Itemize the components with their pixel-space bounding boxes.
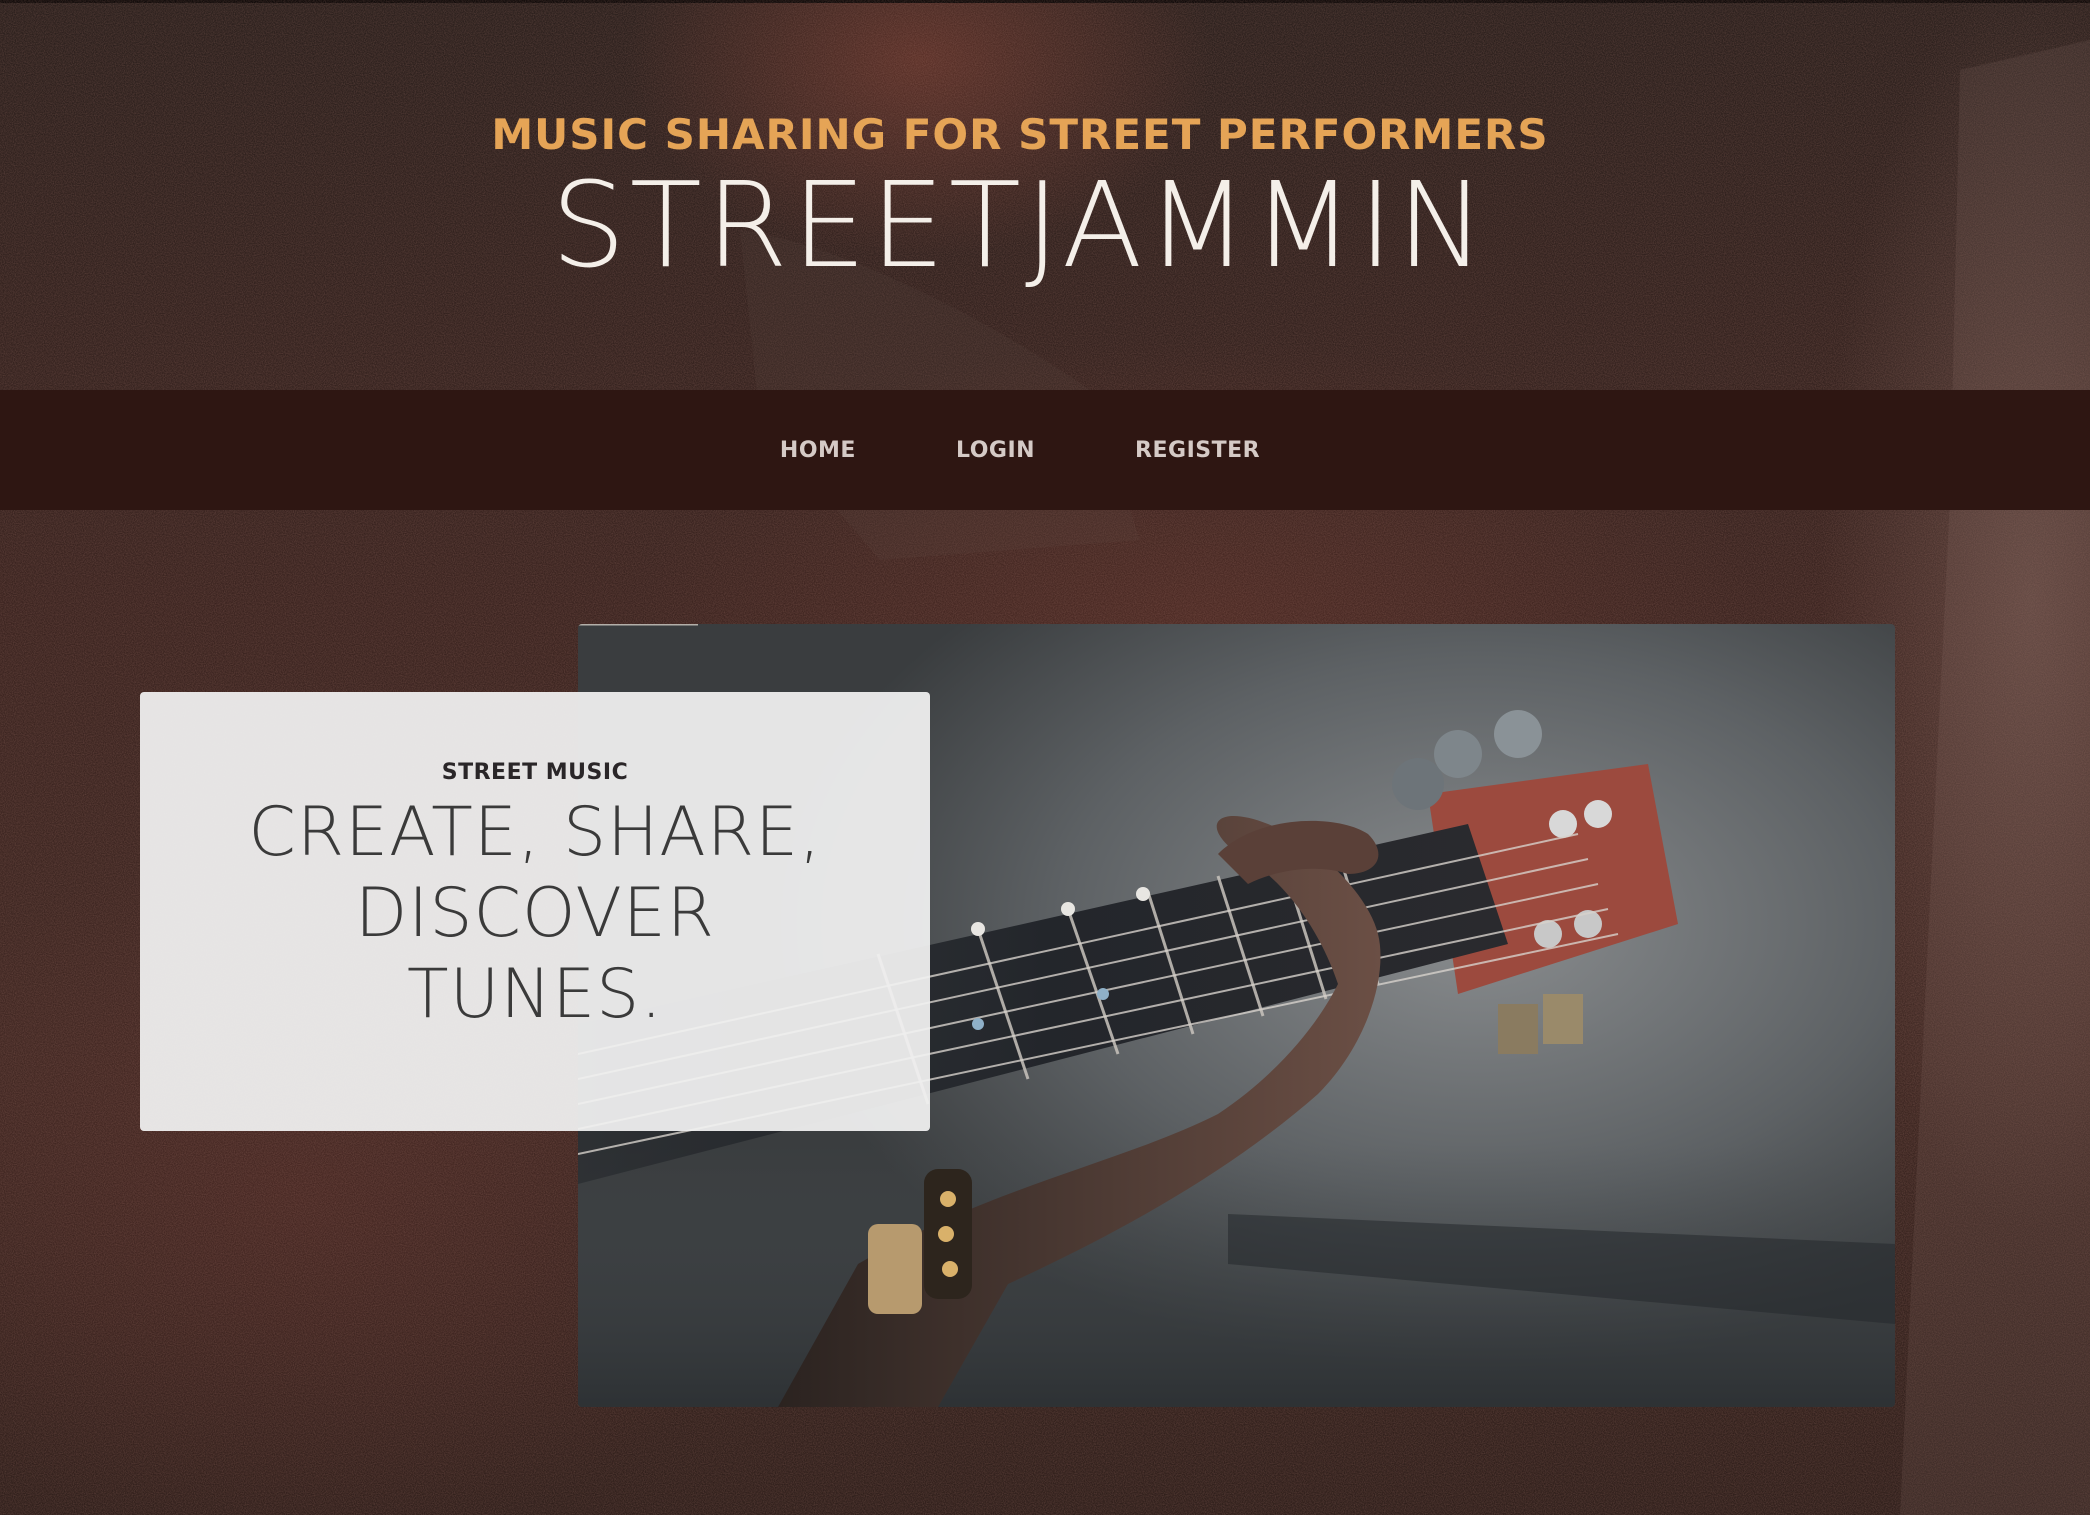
hero-kicker: STREET MUSIC	[441, 760, 629, 785]
site-header: MUSIC SHARING FOR STREET PERFORMERS STRE…	[0, 0, 2090, 390]
nav-home-link[interactable]: HOME	[730, 438, 906, 463]
hero-card: STREET MUSIC CREATE, SHARE, DISCOVER TUN…	[140, 692, 930, 1131]
site-tagline: MUSIC SHARING FOR STREET PERFORMERS	[491, 110, 1549, 159]
hero-headline: CREATE, SHARE, DISCOVER TUNES.	[248, 793, 822, 1034]
main-navigation: HOME LOGIN REGISTER	[0, 390, 2090, 510]
site-title[interactable]: STREETJAMMIN	[0, 160, 2040, 290]
nav-register-link[interactable]: REGISTER	[1085, 438, 1310, 463]
nav-login-link[interactable]: LOGIN	[906, 438, 1085, 463]
